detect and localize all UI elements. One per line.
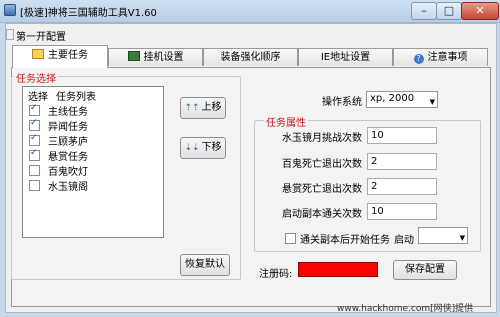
- tab-equip-order[interactable]: 装备强化顺序: [203, 48, 298, 66]
- move-up-button[interactable]: ⇡⇡ 上移: [180, 97, 226, 119]
- tab-label: 装备强化顺序: [220, 52, 281, 63]
- restore-default-button[interactable]: 恢复默认: [180, 254, 230, 276]
- task-attrs-label: 任务属性: [264, 114, 308, 129]
- checkbox[interactable]: [29, 180, 40, 191]
- app-icon: [4, 4, 16, 16]
- task-list[interactable]: 选择 任务列表 主线任务 异闻任务 三顾茅庐 悬赏任务 百鬼吹灯 水玉镜阁: [22, 86, 164, 238]
- start-select[interactable]: ▼: [418, 227, 468, 244]
- list-item[interactable]: 主线任务: [29, 103, 88, 118]
- chevron-down-icon: ▼: [429, 98, 435, 106]
- start-label: 启动: [394, 235, 414, 246]
- list-rows: 主线任务 异闻任务 三顾茅庐 悬赏任务 百鬼吹灯 水玉镜阁: [29, 103, 88, 193]
- dungeon-clear-count-input[interactable]: 10: [367, 203, 437, 220]
- tab-label: 挂机设置: [143, 52, 184, 63]
- maximize-button[interactable]: □: [436, 2, 462, 20]
- minimize-button[interactable]: –: [411, 2, 437, 20]
- window-title: [极速]神将三国辅助工具V1.60: [20, 8, 157, 19]
- register-label: 注册码:: [259, 269, 293, 280]
- tab-idle-settings[interactable]: 挂机设置: [108, 48, 203, 66]
- move-down-button[interactable]: ⇣⇣ 下移: [180, 137, 226, 159]
- watermark: www.hackhome.com[网侠]提供: [337, 304, 474, 314]
- list-item[interactable]: 悬赏任务: [29, 148, 88, 163]
- list-item[interactable]: 水玉镜阁: [29, 178, 88, 193]
- close-button[interactable]: ✕: [461, 2, 499, 20]
- tab-main-tasks[interactable]: 主要任务: [12, 45, 108, 68]
- save-config-button[interactable]: 保存配置: [393, 260, 457, 280]
- tab-label: 主要任务: [48, 50, 88, 61]
- os-label: 操作系统: [322, 97, 362, 108]
- folder-icon: [32, 49, 44, 59]
- field-label: 悬赏死亡退出次数: [282, 184, 362, 195]
- config-menu[interactable]: 第一开配置: [16, 28, 66, 43]
- tab-ie-address[interactable]: IE地址设置: [298, 48, 393, 66]
- header-select: 选择: [28, 92, 48, 103]
- checkbox[interactable]: [29, 148, 40, 161]
- checkbox[interactable]: [29, 103, 40, 116]
- register-code-field[interactable]: [298, 262, 378, 277]
- list-item[interactable]: 三顾茅庐: [29, 133, 88, 148]
- help-icon: ?: [413, 54, 424, 64]
- os-select[interactable]: xp, 2000 ▼: [366, 91, 438, 108]
- task-select-label: 任务选择: [14, 70, 58, 85]
- checkbox[interactable]: [29, 165, 40, 176]
- water-jade-count-input[interactable]: 10: [367, 127, 437, 144]
- menu-marker-icon: [6, 29, 14, 40]
- list-item[interactable]: 异闻任务: [29, 118, 88, 133]
- hundred-ghost-exit-input[interactable]: 2: [367, 153, 437, 170]
- field-label: 启动副本通关次数: [282, 209, 362, 220]
- field-label: 水玉镜月挑战次数: [282, 133, 362, 144]
- list-item[interactable]: 百鬼吹灯: [29, 163, 88, 178]
- arrow-up-icon: ⇡⇡: [184, 103, 200, 113]
- tab-notes[interactable]: ? 注意事项: [393, 48, 488, 66]
- book-icon: [127, 51, 140, 61]
- field-label: 百鬼死亡退出次数: [282, 159, 362, 170]
- arrow-down-icon: ⇣⇣: [184, 143, 200, 153]
- tab-label: 注意事项: [427, 52, 468, 63]
- header-task-list: 任务列表: [56, 92, 96, 103]
- tab-label: IE地址设置: [320, 52, 371, 63]
- chevron-down-icon: ▼: [459, 234, 465, 242]
- bounty-exit-input[interactable]: 2: [367, 178, 437, 195]
- title-bar[interactable]: [极速]神将三国辅助工具V1.60 – □ ✕: [0, 0, 500, 23]
- checkbox[interactable]: [285, 233, 296, 244]
- checkbox[interactable]: [29, 118, 40, 131]
- checkbox[interactable]: [29, 133, 40, 146]
- start-after-clear-checkbox[interactable]: 通关副本后开始任务: [285, 231, 390, 246]
